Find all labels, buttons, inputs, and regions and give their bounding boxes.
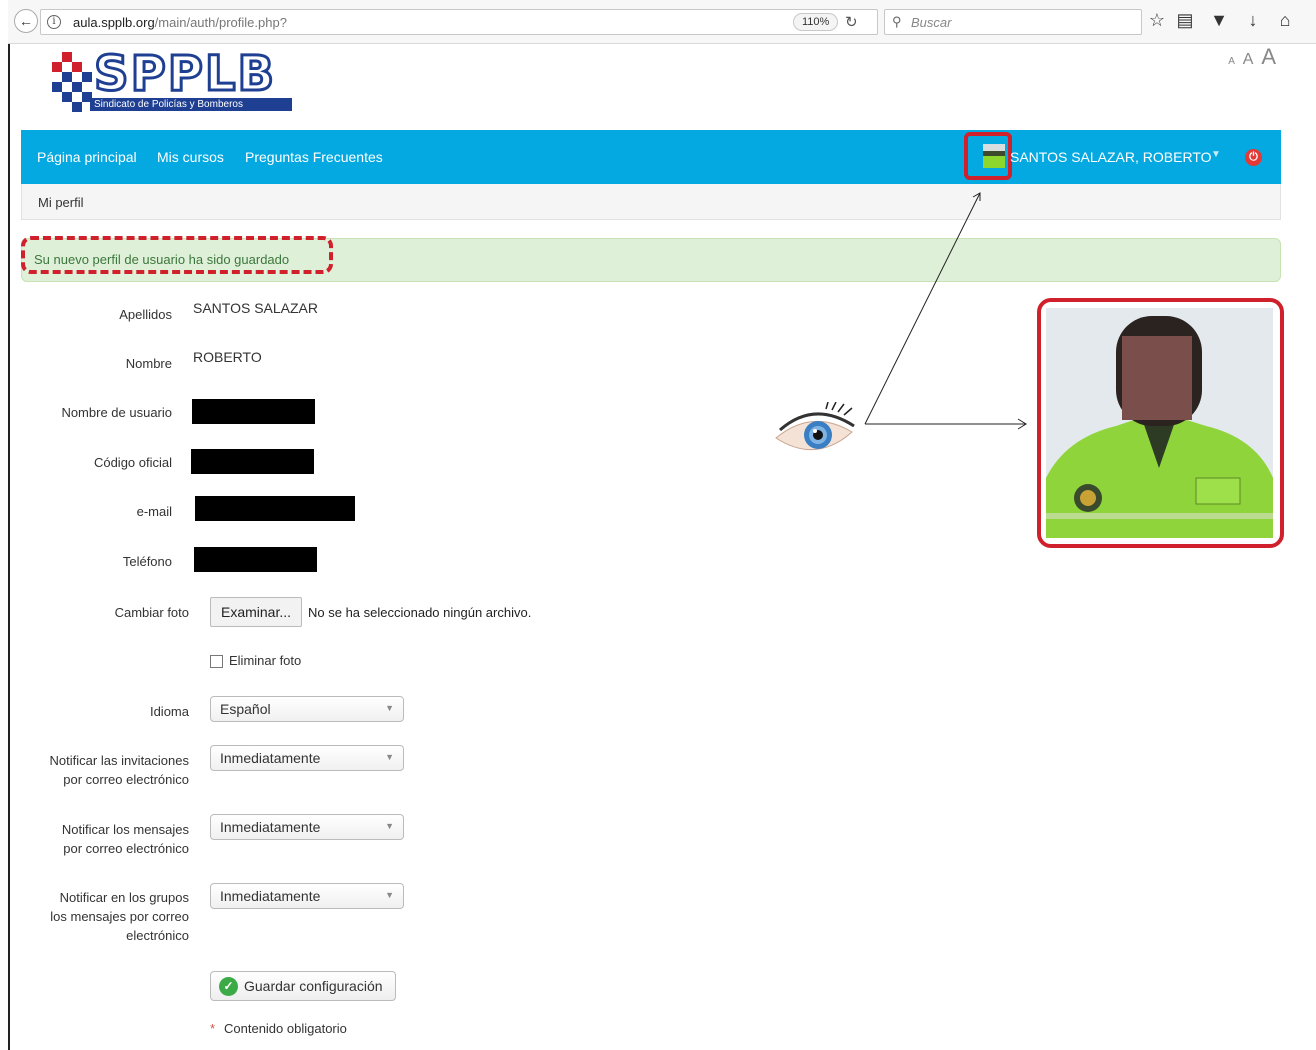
profile-photo [1046, 308, 1273, 538]
arrow-to-avatar [864, 192, 981, 425]
